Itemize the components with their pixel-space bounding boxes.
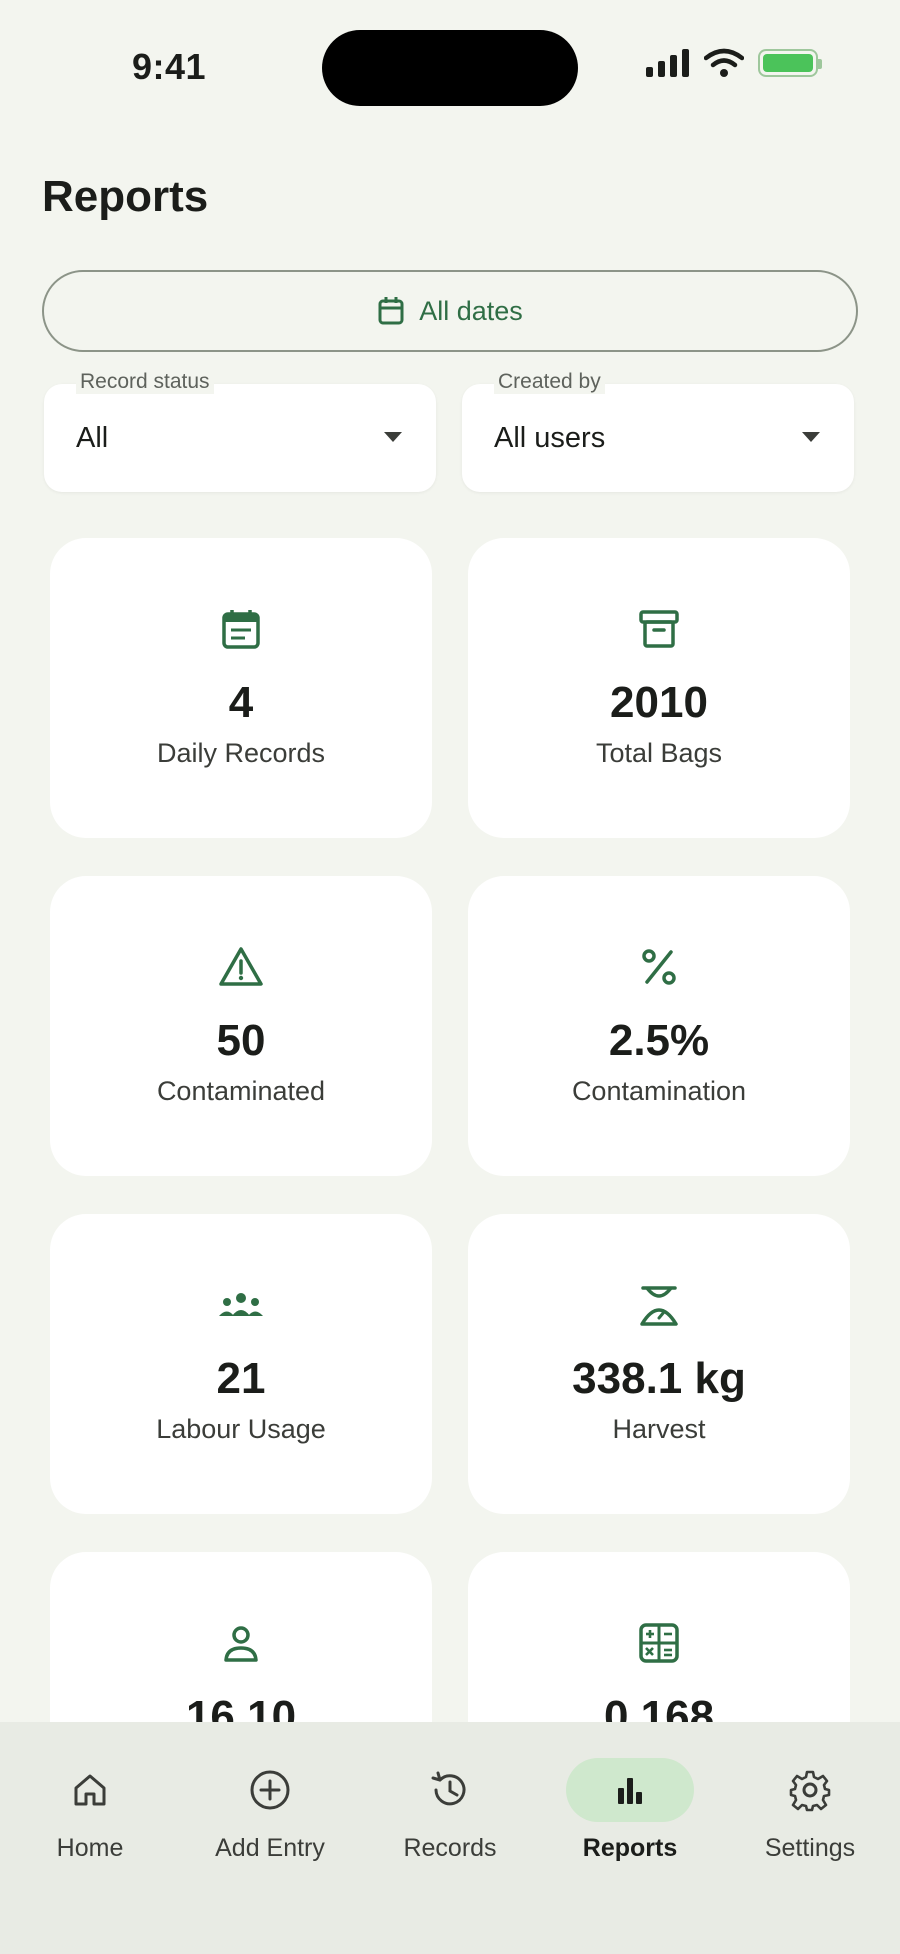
signal-icon (646, 49, 689, 77)
page-title: Reports (42, 172, 209, 221)
stat-value: 2010 (610, 678, 708, 727)
nav-label: Home (56, 1834, 124, 1862)
status-icons (646, 48, 822, 78)
stat-label: Contaminated (156, 1076, 326, 1106)
bar-chart-icon (618, 1778, 642, 1804)
active-nav-pill (566, 1758, 694, 1822)
nav-item-reports[interactable]: Reports (550, 1758, 710, 1863)
record-status-dropdown[interactable]: Record status All (44, 370, 436, 492)
history-icon (431, 1771, 466, 1806)
dynamic-island (322, 30, 578, 106)
group-icon (50, 1284, 432, 1328)
wifi-icon (704, 48, 744, 77)
gear-icon (789, 1770, 831, 1812)
date-filter-label: All dates (419, 295, 523, 326)
calendar-icon (50, 608, 432, 652)
created-by-value: All users (494, 422, 606, 454)
stat-card-labour-usage: 21 Labour Usage (50, 1214, 432, 1514)
percent-icon (468, 946, 850, 990)
archive-box-icon (468, 608, 850, 652)
stat-value: 2.5% (608, 1016, 710, 1065)
stat-label: Harvest (612, 1414, 706, 1444)
stat-card-harvest: 338.1 kg Harvest (468, 1214, 850, 1514)
date-filter-button[interactable]: All dates (42, 270, 858, 352)
scale-icon (468, 1284, 850, 1328)
stat-label: Labour Usage (156, 1414, 326, 1444)
caret-down-icon (384, 432, 402, 442)
nav-item-settings[interactable]: Settings (730, 1758, 890, 1863)
stat-label: Contamination (571, 1076, 747, 1106)
nav-label: Add Entry (215, 1834, 325, 1862)
stat-card-total-bags: 2010 Total Bags (468, 538, 850, 838)
stat-card-contamination: 2.5% Contamination (468, 876, 850, 1176)
stat-label: Daily Records (156, 738, 326, 768)
person-icon (50, 1622, 432, 1666)
calculator-icon (468, 1622, 850, 1666)
home-icon (74, 1774, 106, 1806)
warning-icon (50, 946, 432, 990)
nav-label: Records (403, 1834, 497, 1862)
record-status-label: Record status (76, 370, 214, 394)
record-status-value: All (76, 422, 109, 454)
nav-item-home[interactable]: Home (10, 1758, 170, 1863)
caret-down-icon (802, 432, 820, 442)
stat-value: 21 (216, 1354, 266, 1403)
stat-card-daily-records: 4 Daily Records (50, 538, 432, 838)
nav-label: Settings (764, 1834, 856, 1862)
nav-label: Reports (582, 1834, 678, 1862)
bottom-navigation: Home Add Entry Records Reports Settings (0, 1722, 900, 1954)
stat-value: 338.1 kg (572, 1354, 746, 1403)
stat-value: 50 (216, 1016, 266, 1065)
status-time: 9:41 (132, 46, 207, 87)
nav-item-records[interactable]: Records (370, 1758, 530, 1863)
stat-value: 4 (228, 678, 254, 727)
status-bar: 9:41 (0, 0, 900, 130)
battery-icon (758, 49, 822, 77)
stat-card-contaminated: 50 Contaminated (50, 876, 432, 1176)
created-by-label: Created by (494, 370, 605, 394)
calendar-icon (378, 297, 404, 325)
stat-label: Total Bags (595, 738, 723, 768)
created-by-dropdown[interactable]: Created by All users (462, 370, 854, 492)
add-circle-icon (250, 1770, 290, 1810)
nav-item-add-entry[interactable]: Add Entry (190, 1758, 350, 1863)
